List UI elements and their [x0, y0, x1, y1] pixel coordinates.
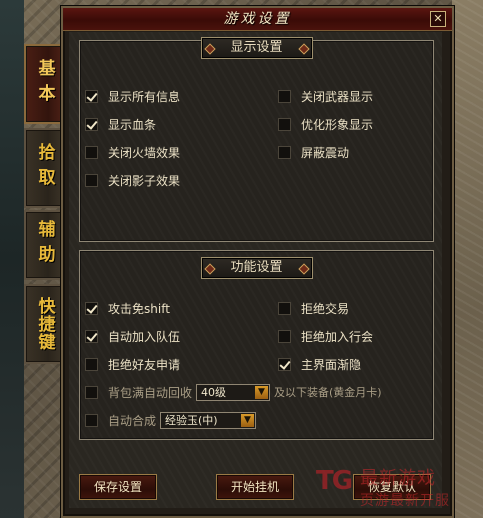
option-hide-weapon[interactable]: 关闭武器显示: [278, 87, 373, 105]
option-optimize-appearance[interactable]: 优化形象显示: [278, 115, 373, 133]
display-settings-header: 显示设置: [200, 37, 313, 59]
option-ui-fade[interactable]: 主界面渐隐: [278, 355, 361, 373]
label-show-hp-bar: 显示血条: [108, 117, 157, 132]
chevron-down-icon: ▼: [241, 413, 255, 427]
label-optimize-appearance: 优化形象显示: [301, 117, 374, 132]
checkbox-refuse-guild[interactable]: [278, 329, 291, 343]
label-auto-combine: 自动合成: [108, 413, 157, 428]
checkbox-auto-recycle[interactable]: [85, 385, 98, 399]
label-disable-firewall-effect: 关闭火墙效果: [108, 145, 181, 160]
recycle-level-select[interactable]: 40级 ▼: [196, 383, 271, 401]
option-disable-shadow[interactable]: 关闭影子效果: [85, 171, 180, 189]
label-ui-fade: 主界面渐隐: [301, 357, 362, 372]
option-auto-combine[interactable]: 自动合成 经验玉(中) ▼: [85, 411, 257, 429]
option-auto-recycle[interactable]: 背包满自动回收 40级 ▼ 及以下装备(黄金月卡): [85, 383, 382, 401]
background-left-edge: [0, 0, 24, 518]
checkbox-hide-weapon[interactable]: [278, 89, 291, 103]
tab-pickup[interactable]: 拾取: [24, 128, 63, 208]
checkbox-ui-fade[interactable]: [278, 357, 291, 371]
option-refuse-trade[interactable]: 拒绝交易: [278, 299, 349, 317]
option-auto-join-team[interactable]: 自动加入队伍: [85, 327, 180, 345]
option-block-shake[interactable]: 屏蔽震动: [278, 143, 349, 161]
checkbox-optimize-appearance[interactable]: [278, 117, 291, 131]
tab-hotkeys[interactable]: 快捷键: [24, 284, 63, 364]
tab-basic-label: 基本: [34, 59, 55, 109]
label-auto-recycle: 背包满自动回收: [108, 385, 193, 400]
label-hide-weapon: 关闭武器显示: [301, 89, 374, 104]
window-title: 游戏设置: [223, 11, 292, 27]
settings-window: 游戏设置 ✕ 显示设置 显示所有信息 关闭武器显示 显示血条 优化形象显示 关闭…: [61, 6, 454, 518]
checkbox-auto-combine[interactable]: [85, 413, 98, 427]
restore-default-button[interactable]: 恢复默认: [353, 474, 431, 500]
label-block-shake: 屏蔽震动: [301, 145, 350, 160]
option-attack-no-shift[interactable]: 攻击免shift: [85, 299, 170, 317]
start-hangup-button[interactable]: 开始挂机: [216, 474, 294, 500]
checkbox-auto-join-team[interactable]: [85, 329, 98, 343]
function-settings-header: 功能设置: [200, 257, 313, 279]
option-refuse-guild[interactable]: 拒绝加入行会: [278, 327, 373, 345]
label-refuse-guild: 拒绝加入行会: [301, 329, 374, 344]
save-settings-button[interactable]: 保存设置: [79, 474, 157, 500]
recycle-level-value: 40级: [201, 385, 227, 399]
tab-basic[interactable]: 基本: [24, 44, 63, 124]
option-disable-firewall-effect[interactable]: 关闭火墙效果: [85, 143, 180, 161]
close-icon: ✕: [433, 12, 443, 25]
label-attack-no-shift: 攻击免shift: [108, 301, 170, 316]
option-show-hp-bar[interactable]: 显示血条: [85, 115, 156, 133]
checkbox-disable-firewall-effect[interactable]: [85, 145, 98, 159]
checkbox-attack-no-shift[interactable]: [85, 301, 98, 315]
checkbox-refuse-trade[interactable]: [278, 301, 291, 315]
title-bar[interactable]: 游戏设置 ✕: [63, 8, 452, 31]
label-recycle-suffix: 及以下装备(黄金月卡): [274, 386, 382, 399]
tab-pickup-label: 拾取: [34, 143, 55, 193]
checkbox-show-hp-bar[interactable]: [85, 117, 98, 131]
display-settings-section: 显示设置 显示所有信息 关闭武器显示 显示血条 优化形象显示 关闭火墙效果 屏蔽…: [79, 37, 434, 242]
tab-hotkeys-label: 快捷键: [34, 297, 55, 351]
combine-item-value: 经验玉(中): [165, 413, 218, 427]
checkbox-refuse-friend[interactable]: [85, 357, 98, 371]
option-refuse-friend[interactable]: 拒绝好友申请: [85, 355, 180, 373]
background-right-edge: [452, 0, 483, 518]
option-show-all-info[interactable]: 显示所有信息: [85, 87, 180, 105]
close-button[interactable]: ✕: [430, 11, 446, 27]
label-refuse-trade: 拒绝交易: [301, 301, 350, 316]
checkbox-disable-shadow[interactable]: [85, 173, 98, 187]
label-refuse-friend: 拒绝好友申请: [108, 357, 181, 372]
tab-assist[interactable]: 辅助: [24, 210, 63, 280]
label-disable-shadow: 关闭影子效果: [108, 173, 181, 188]
function-settings-section: 功能设置 攻击免shift 拒绝交易 自动加入队伍 拒绝加入行会 拒绝好友申请: [79, 250, 434, 440]
checkbox-show-all-info[interactable]: [85, 89, 98, 103]
checkbox-block-shake[interactable]: [278, 145, 291, 159]
tab-assist-label: 辅助: [34, 220, 55, 270]
label-show-all-info: 显示所有信息: [108, 89, 181, 104]
combine-item-select[interactable]: 经验玉(中) ▼: [160, 411, 257, 429]
settings-content: 显示设置 显示所有信息 关闭武器显示 显示血条 优化形象显示 关闭火墙效果 屏蔽…: [69, 32, 442, 508]
chevron-down-icon: ▼: [255, 385, 269, 399]
label-auto-join-team: 自动加入队伍: [108, 329, 181, 344]
